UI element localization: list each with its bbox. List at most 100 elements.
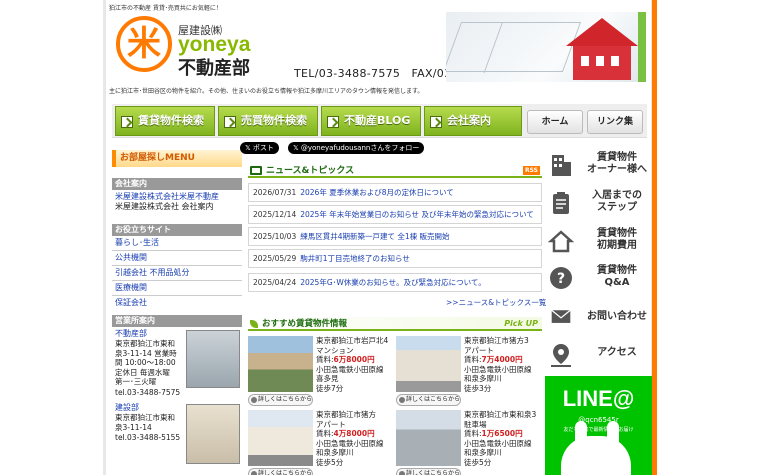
nav-sale-search[interactable]: 売買物件検索	[218, 106, 318, 136]
side-steps-link[interactable]: 入居までの ステップ	[548, 190, 658, 218]
property-station: 喜多見	[316, 374, 339, 383]
sidebar-link-guarantee[interactable]: 保証会社	[115, 298, 147, 308]
line-logo: LINE@	[562, 386, 635, 411]
rent-value: 7万4000円	[481, 355, 523, 364]
rent-label: 賃料:	[464, 429, 482, 438]
question-icon: ?	[550, 267, 572, 289]
sidebar-link-company-1[interactable]: 米屋建設株式会社米屋不動産	[115, 192, 219, 202]
nav-links-button[interactable]: リンク集	[587, 110, 643, 134]
news-date: 2026/07/31	[253, 188, 297, 197]
office-building-photo	[186, 330, 240, 388]
side-label: 賃貸物件 オーナー様へ	[587, 152, 647, 175]
sidebar-link-public[interactable]: 公共機関	[115, 253, 147, 263]
news-more-link[interactable]: >>ニュース&トピックス一覧	[446, 297, 546, 308]
bunny-mascot	[561, 436, 631, 475]
side-label: 賃貸物件 初期費用	[597, 228, 637, 251]
property-station: 和泉多摩川	[464, 374, 502, 383]
news-item[interactable]: 2025/05/29 駒井町1丁目売地終了のお知らせ	[248, 249, 542, 268]
line-subtitle: 友だち追加で最新情報をお届け	[563, 427, 634, 433]
news-link[interactable]: 2026年 夏季休業および8月の定休日について	[300, 188, 454, 197]
rss-badge[interactable]: RSS	[523, 166, 540, 175]
property-type: アパート	[316, 419, 346, 429]
divider	[112, 295, 242, 296]
line-id: @qcn6545r	[578, 416, 619, 424]
property-detail-button[interactable]: 詳しくはこちらから	[248, 468, 313, 475]
property-line: 小田急電鉄小田原線	[316, 364, 384, 374]
nav-rental-search[interactable]: 賃貸物件検索	[115, 106, 215, 136]
floor-plan-drawing	[446, 22, 582, 72]
office-building-photo	[186, 404, 240, 464]
news-item[interactable]: 2026/07/31 2026年 夏季休業および8月の定休日について	[248, 183, 542, 202]
news-heading: ニュース&トピックス RSS	[248, 164, 542, 178]
property-info: 東京都狛江市猪方 アパート 賃料:4万8000円 小田急電鉄小田原線 和泉多摩川…	[316, 410, 396, 467]
property-photo[interactable]	[396, 410, 461, 466]
property-walk: 徒歩3分	[464, 383, 492, 393]
property-address: 東京都狛江市猪方3	[464, 336, 529, 345]
news-link[interactable]: 2025年G･W休業のお知らせ。及び緊急対応について。	[300, 278, 485, 287]
side-label: アクセス	[597, 347, 637, 358]
rent-label: 賃料:	[464, 355, 482, 364]
side-initial-cost-link[interactable]: 賃貸物件 初期費用	[548, 228, 658, 256]
office-realestate-link[interactable]: 不動産部	[115, 329, 147, 339]
side-access-link[interactable]: アクセス	[548, 342, 658, 367]
property-card[interactable]: 詳しくはこちらから 東京都狛江市岩戸北4 マンション 賃料:6万8000円 小田…	[248, 336, 394, 412]
news-title: ニュース&トピックス	[266, 166, 355, 176]
property-detail-button[interactable]: 詳しくはこちらから	[248, 394, 313, 406]
news-date: 2025/05/29	[253, 254, 297, 263]
nav-blog[interactable]: 不動産BLOG	[321, 106, 421, 136]
news-item[interactable]: 2025/12/14 2025年 年末年始営業日のお知らせ 及び年末年始の緊急対応…	[248, 205, 542, 224]
house-window	[581, 56, 589, 66]
property-card[interactable]: 詳しくはこちらから 東京都狛江市猪方 アパート 賃料:4万8000円 小田急電鉄…	[248, 410, 394, 475]
side-label: 入居までの ステップ	[592, 190, 642, 213]
nav-company[interactable]: 会社案内	[424, 106, 522, 136]
property-detail-button[interactable]: 詳しくはこちらから	[396, 394, 461, 406]
nav-home-button[interactable]: ホーム	[527, 110, 583, 134]
property-line: 小田急電鉄小田原線	[464, 364, 532, 374]
news-date: 2025/10/03	[253, 232, 297, 241]
property-type: アパート	[464, 345, 494, 355]
property-info: 東京都狛江市岩戸北4 マンション 賃料:6万8000円 小田急電鉄小田原線 喜多…	[316, 336, 396, 393]
office-phone: tel.03-3488-5155	[115, 433, 181, 442]
rent-label: 賃料:	[316, 355, 334, 364]
side-contact-link[interactable]: お問い合わせ	[548, 306, 658, 328]
header-green-strip	[638, 12, 646, 82]
logo-mark: 米	[116, 16, 172, 72]
rent-value: 1万6500円	[481, 429, 523, 438]
office-hours: 間 10:00～18:00	[115, 358, 176, 367]
sidebar-section-company: 会社案内	[112, 178, 242, 190]
sidebar-link-company-2[interactable]: 米屋建設株式会社 会社案内	[115, 202, 214, 212]
property-rent: 賃料:7万4000円	[464, 355, 544, 365]
news-link[interactable]: 練馬区貫井4期新築一戸建て 全1棟 販売開始	[300, 232, 449, 241]
building-icon	[552, 155, 571, 176]
office-address-line: 東京都狛江市東和	[115, 413, 175, 422]
sidebar-link-medical[interactable]: 医療機関	[115, 283, 147, 293]
news-item[interactable]: 2025/10/03 練馬区貫井4期新築一戸建て 全1棟 販売開始	[248, 227, 542, 246]
site-tagline: 狛江市の不動産 賃貸･売買共にお気軽に！	[109, 5, 222, 12]
office-construction-link[interactable]: 建設部	[115, 403, 139, 413]
news-item[interactable]: 2025/04/24 2025年G･W休業のお知らせ。及び緊急対応について。	[248, 273, 542, 292]
property-rent: 賃料:6万8000円	[316, 355, 396, 365]
news-link[interactable]: 2025年 年末年始営業日のお知らせ 及び年末年始の緊急対応について	[300, 210, 533, 219]
side-label: お問い合わせ	[587, 311, 647, 322]
side-qa-link[interactable]: ? 賃貸物件 Q&A	[548, 265, 658, 293]
property-address: 東京都狛江市岩戸北4	[316, 336, 389, 345]
rent-label: 賃料:	[316, 429, 334, 438]
property-info: 東京都狛江市東和泉3 駐車場 賃料:1万6500円 小田急電鉄小田原線 和泉多摩…	[464, 410, 544, 467]
property-photo[interactable]	[248, 410, 313, 466]
sidebar-link-moving[interactable]: 引越会社 不用品処分	[115, 268, 190, 278]
property-card[interactable]: 詳しくはこちらから 東京都狛江市東和泉3 駐車場 賃料:1万6500円 小田急電…	[396, 410, 542, 475]
property-photo[interactable]	[248, 336, 313, 392]
property-card[interactable]: 詳しくはこちらから 東京都狛江市猪方3 アパート 賃料:7万4000円 小田急電…	[396, 336, 542, 412]
news-link[interactable]: 駒井町1丁目売地終了のお知らせ	[300, 254, 410, 263]
property-address: 東京都狛江市東和泉3	[464, 410, 537, 419]
sidebar-link-living[interactable]: 暮らし･生活	[115, 238, 159, 248]
side-owner-link[interactable]: 賃貸物件 オーナー様へ	[548, 152, 658, 180]
office-address-line: 泉3-11-14	[115, 422, 152, 432]
pickup-title: おすすめ賃貸物件情報	[262, 319, 348, 329]
sidebar-menu-title: お部屋探しMENU	[112, 150, 242, 167]
x-post-button[interactable]: 𝕏 ポスト	[240, 142, 279, 154]
line-add-friend-banner[interactable]: LINE@ @qcn6545r 友だち追加で最新情報をお届け	[545, 376, 652, 475]
property-photo[interactable]	[396, 336, 461, 392]
property-detail-button[interactable]: 詳しくはこちらから	[396, 468, 461, 475]
x-follow-button[interactable]: 𝕏 @yoneyafudousannさんをフォロー	[288, 142, 425, 154]
